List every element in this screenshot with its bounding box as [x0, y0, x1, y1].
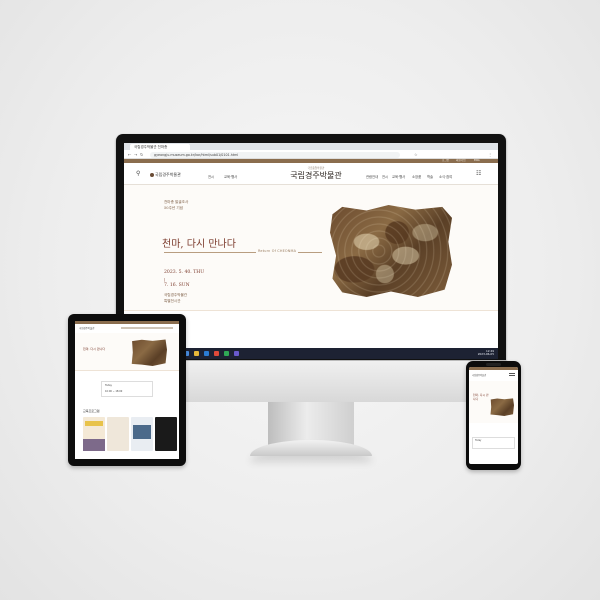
- app-icon-2[interactable]: [234, 350, 239, 356]
- hero-kicker-2: 50주년 기념: [164, 206, 183, 210]
- logo-mark-icon: [150, 172, 154, 177]
- search-icon[interactable]: ⚲: [136, 171, 140, 177]
- hero-divider: [164, 252, 322, 253]
- hero-date-sep: |: [164, 277, 166, 282]
- program-card-4[interactable]: [155, 417, 177, 451]
- chrome-icon[interactable]: [214, 350, 219, 356]
- tablet-screen: 국립경주박물관 천마, 다시 만나다 Today 10:00 ~ 18:00 교…: [75, 321, 179, 459]
- program-card-2[interactable]: [107, 417, 129, 451]
- phone-artifact-image: [490, 398, 514, 416]
- nav-left-2[interactable]: 교육·행사: [224, 174, 237, 179]
- hero-kicker-1: 천마총 발굴조사: [164, 200, 189, 204]
- site-title[interactable]: 국립경주박물관: [286, 170, 346, 181]
- site-logo[interactable]: 국립경주박물관: [150, 172, 181, 178]
- hero-venue-2: 특별전시관: [164, 299, 181, 303]
- back-icon[interactable]: ←: [128, 152, 131, 157]
- site-logo-text: 국립경주박물관: [155, 172, 181, 177]
- hero-date-start: 2023. 5. 40. THU: [164, 270, 205, 275]
- tablet-hero-title: 천마, 다시 만나다: [83, 347, 106, 351]
- folder-icon[interactable]: [194, 350, 199, 356]
- clock-date: 2023-06-05: [477, 352, 494, 356]
- tablet-hours-value: 10:00 ~ 18:00: [105, 390, 123, 393]
- phone-hero-title: 천마, 다시 만나다: [473, 393, 489, 401]
- edge-icon[interactable]: [204, 350, 209, 356]
- tablet-section-title: 교육프로그램: [83, 409, 100, 413]
- tablet-utility-bar: [75, 321, 179, 324]
- program-card-3-image: [133, 425, 151, 439]
- nav-right-6[interactable]: 소식·참여: [439, 174, 452, 179]
- reload-icon[interactable]: ↻: [140, 152, 143, 157]
- menu-icon[interactable]: ⋮: [488, 152, 492, 157]
- hero-title: 천마, 다시 만나다: [162, 239, 236, 250]
- bookmark-icon[interactable]: ☆: [414, 152, 418, 157]
- nav-right-2[interactable]: 전시: [382, 174, 388, 179]
- forward-icon[interactable]: →: [134, 152, 137, 157]
- artifact-pattern: [330, 205, 452, 297]
- fullmenu-icon[interactable]: ☷: [476, 171, 481, 177]
- hero-date-end: 7. 16. SUN: [164, 283, 190, 288]
- taskbar-clock[interactable]: 12:49 2023-06-05: [474, 349, 494, 357]
- address-bar[interactable]: gyeongju.museum.go.kr/kor/html/sub01/010…: [150, 151, 400, 158]
- nav-right-5[interactable]: 학술: [427, 174, 433, 179]
- phone-utility-bar: [469, 367, 518, 370]
- phone-notch: [486, 363, 501, 366]
- tablet-nav[interactable]: [121, 327, 173, 329]
- nav-right-4[interactable]: 소장품: [412, 174, 421, 179]
- hamburger-icon[interactable]: [509, 373, 515, 376]
- nav-right-1[interactable]: 관람안내: [366, 174, 378, 179]
- phone-logo[interactable]: 국립경주박물관: [472, 373, 486, 377]
- tablet-artifact-image: [131, 339, 167, 366]
- phone-hours-label: Today: [475, 439, 482, 442]
- hero-subtitle-en: Return Of CHEONMA: [256, 249, 299, 253]
- phone-screen: 국립경주박물관 천마, 다시 만나다 Today: [469, 367, 518, 464]
- nav-left-1[interactable]: 전시: [208, 174, 214, 179]
- hero-venue-1: 국립경주박물관: [164, 293, 188, 297]
- program-card-1-image: [83, 439, 105, 451]
- site-title-sub: 국립중앙박물관: [307, 166, 325, 170]
- app-icon[interactable]: [224, 350, 229, 356]
- program-card-1-banner: [85, 421, 103, 426]
- nav-right-3[interactable]: 교육·행사: [392, 174, 405, 179]
- tablet-logo[interactable]: 국립경주박물관: [79, 326, 94, 330]
- tablet-hours-label: Today: [105, 384, 112, 387]
